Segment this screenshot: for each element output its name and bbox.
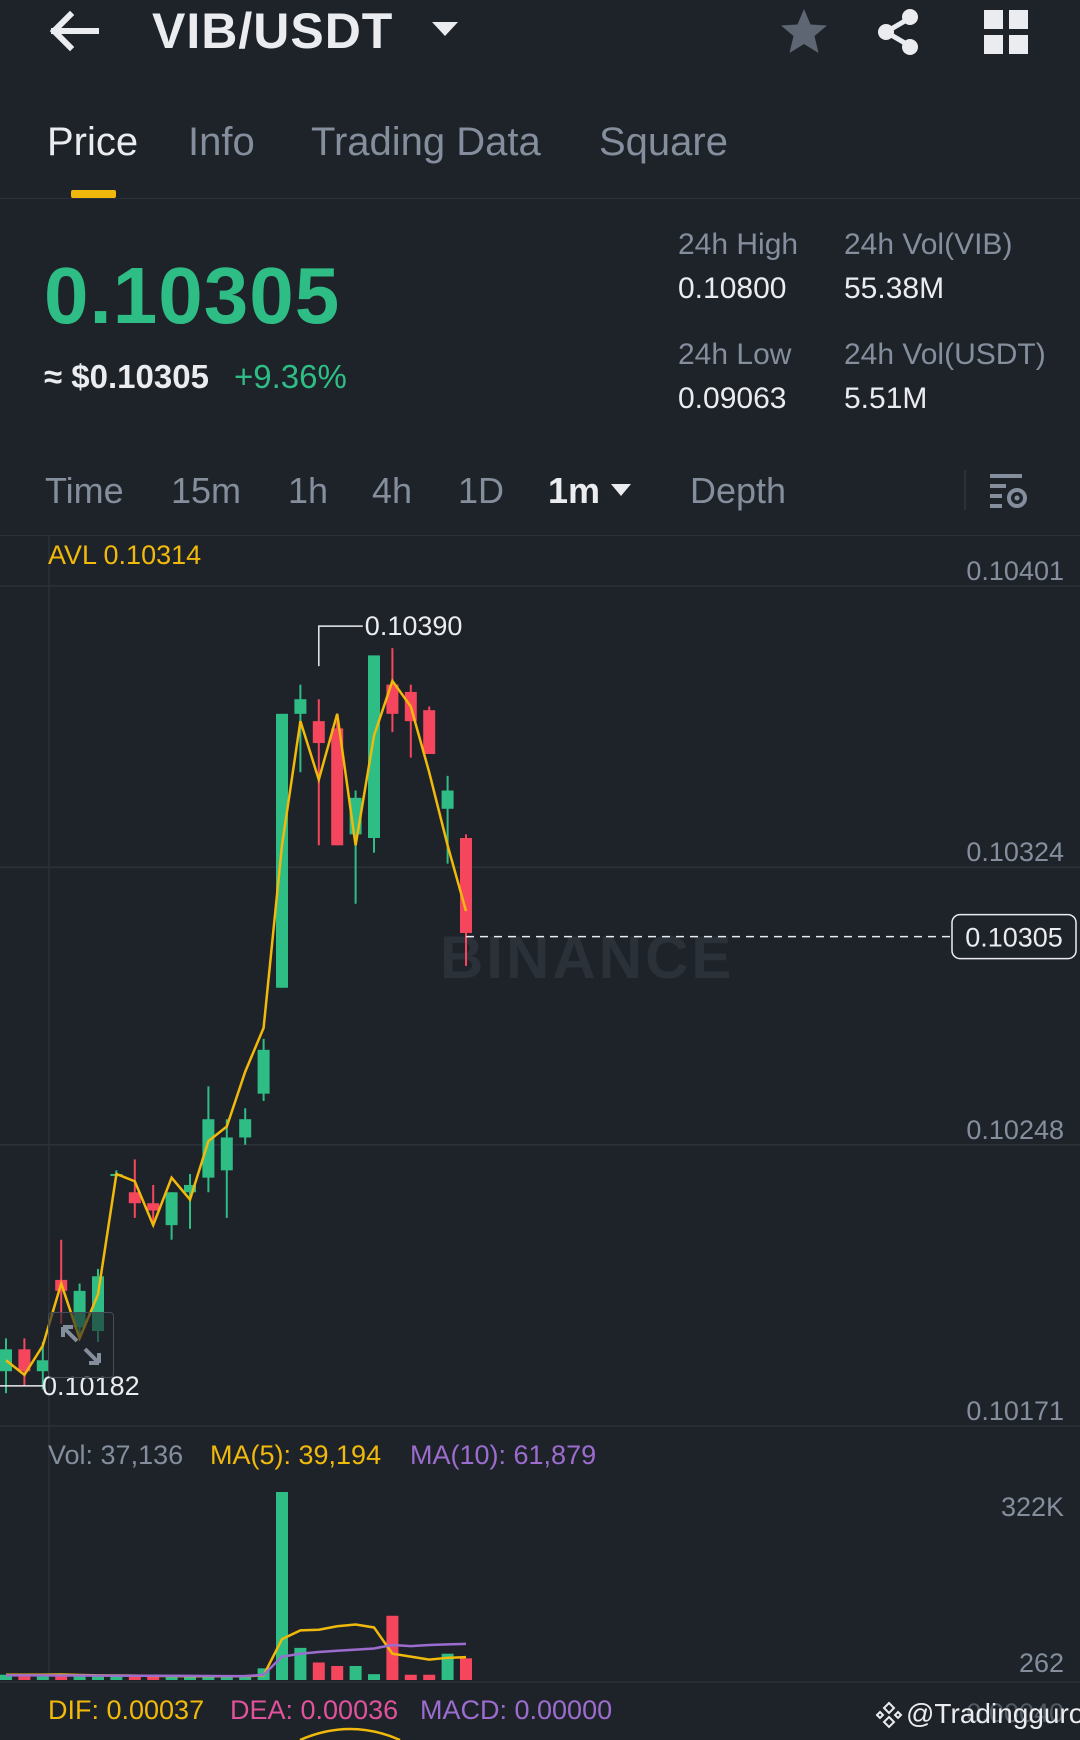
candle-body [441,790,454,809]
chart-watermark: BINANCE [440,924,734,991]
price-axis-tick: 0.10324 [966,837,1064,867]
stat-24h-vol-base-value: 55.38M [844,272,945,305]
price-change-percent: +9.36% [234,358,347,395]
stat-24h-high-label: 24h High [678,228,799,261]
stat-24h-vol-base-label: 24h Vol(VIB) [844,228,1013,261]
tab-trading-data[interactable]: Trading Data [311,120,541,165]
macd-dea-label: DEA: 0.00036 [230,1695,399,1725]
volume-ma10-label: MA(10): 61,879 [410,1440,597,1470]
current-price-tag: 0.10305 [965,923,1063,953]
volume-bar [276,1492,288,1680]
header-bar: VIB/USDT [0,0,1080,70]
volume-bar [331,1665,344,1680]
interval-1h[interactable]: 1h [288,470,328,512]
screen: BINANCE 0.10401 0.10324 0.10248 0.10171 0.103… [0,0,1080,1740]
interval-depth[interactable]: Depth [690,470,786,512]
volume-ma5-label: MA(5): 39,194 [210,1440,382,1470]
volume-bar [368,1674,380,1680]
star-icon[interactable] [778,6,830,58]
fiat-price-value: ≈ $0.10305 [44,358,209,395]
stat-24h-vol-quote-value: 5.51M [844,382,928,415]
interval-divider [964,470,966,510]
candle-body [220,1137,233,1171]
volume-axis-tick: 262 [1019,1648,1064,1678]
expand-chart-button[interactable] [48,1312,114,1378]
macd-dif-line [299,1727,401,1740]
interval-4h[interactable]: 4h [372,470,412,512]
tab-square[interactable]: Square [599,120,728,165]
share-icon[interactable] [872,6,924,58]
fiat-price: ≈ $0.10305 [44,358,209,396]
candle-body [202,1119,215,1178]
interval-15m[interactable]: 15m [171,470,241,512]
candle-body [294,699,307,714]
tab-price[interactable]: Price [47,120,138,165]
candle-body [165,1192,178,1226]
price-axis-tick: 0.10248 [966,1115,1064,1145]
stat-24h-high-value: 0.10800 [678,272,787,305]
tab-info[interactable]: Info [188,120,255,165]
candle-body [257,1049,270,1094]
macd-dif-label: DIF: 0.00037 [48,1695,205,1725]
macd-value-label: MACD: 0.00000 [420,1695,613,1725]
expand-icon [61,1325,101,1365]
stat-24h-low-value: 0.09063 [678,382,787,415]
volume-bar [423,1674,436,1680]
stat-24h-low-label: 24h Low [678,338,792,371]
candle-body [147,1203,160,1211]
candle-body [239,1119,252,1138]
interval-bar-border [0,535,1080,536]
volume-bar [404,1674,417,1680]
volume-axis-tick: 322K [1001,1492,1064,1522]
stat-24h-vol-quote-label: 24h Vol(USDT) [844,338,1046,371]
tab-bar: Price Info Trading Data Square [0,110,1080,199]
interval-caret-down-icon[interactable] [610,482,632,498]
avl-label: AVL 0.10314 [48,540,202,570]
volume-bar [460,1658,472,1680]
price-axis-tick: 0.10171 [966,1396,1064,1426]
chart-settings-icon[interactable] [986,468,1030,512]
last-price: 0.10305 [44,251,341,340]
high-marker-label: 0.10390 [365,611,463,641]
interval-1d[interactable]: 1D [458,470,504,512]
candle-body [460,838,472,933]
candle-body [423,710,436,754]
back-arrow-icon[interactable] [44,6,104,56]
volume-label: Vol: 37,136 [48,1440,184,1470]
grid-icon[interactable] [980,6,1032,58]
high-marker-line [318,625,363,667]
watermark-text: @Tradingguro [906,1698,1080,1729]
interval-1m[interactable]: 1m [548,470,600,512]
interval-time[interactable]: Time [45,470,124,512]
pair-title[interactable]: VIB/USDT [152,2,393,60]
price-axis-tick: 0.10401 [966,556,1064,586]
caret-down-icon[interactable] [430,18,460,40]
active-tab-indicator [71,190,116,198]
candle-body [36,1360,49,1372]
avl-line [5,678,468,1377]
volume-bar [312,1662,325,1680]
volume-bar [349,1665,362,1680]
candle-body [368,655,380,838]
binance-logo-icon [875,1701,903,1729]
candle-body [312,721,325,744]
candle-body [386,684,399,714]
